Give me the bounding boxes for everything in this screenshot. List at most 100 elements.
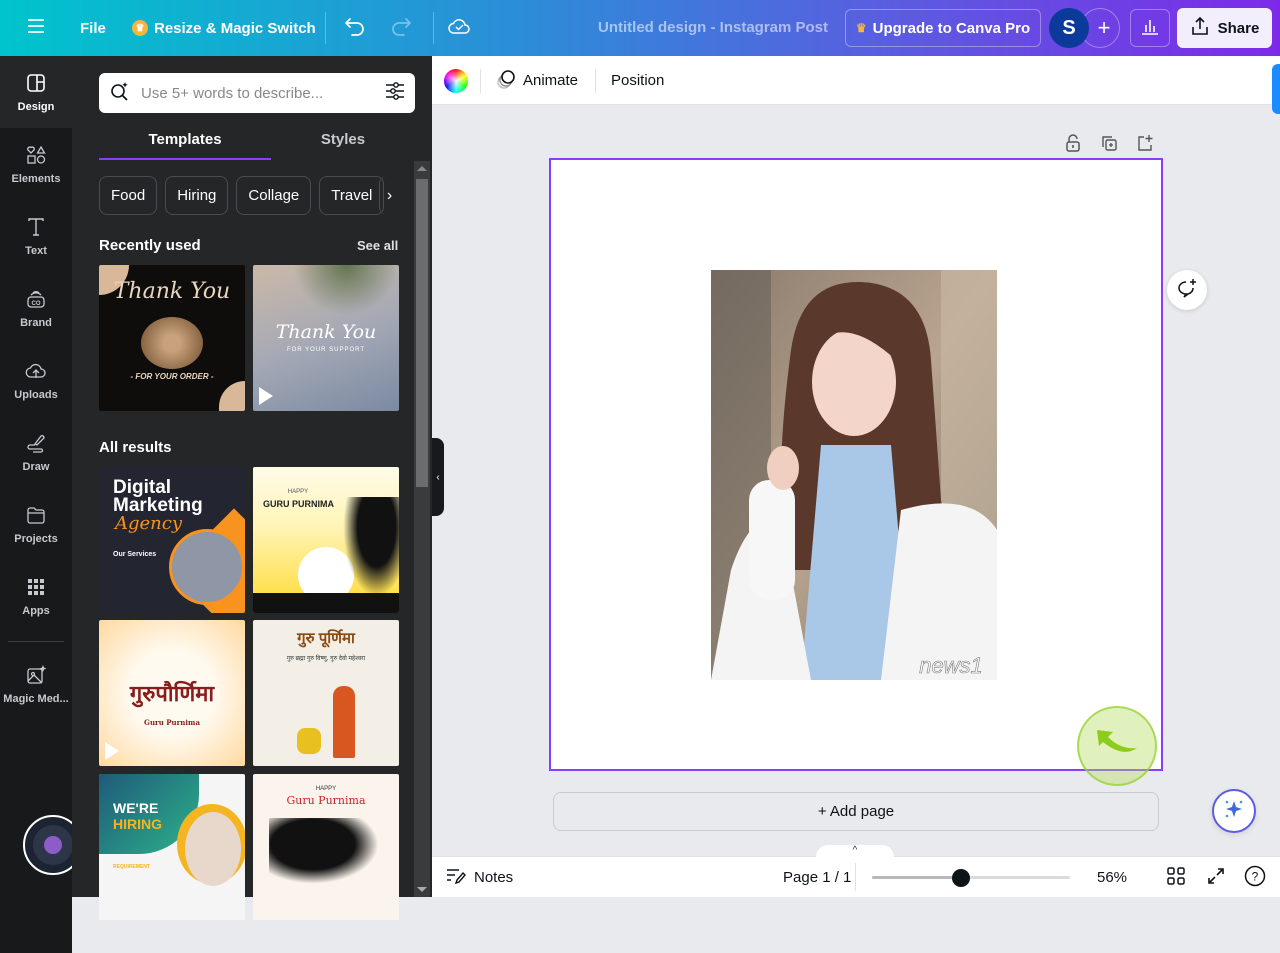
template-thumbnail[interactable]: Digital Marketing Agency Our Services <box>99 467 245 613</box>
category-chips: Food Hiring Collage Travel <box>99 176 385 216</box>
chevron-right-icon: › <box>386 186 393 204</box>
divider <box>433 12 434 44</box>
sparkle-icon <box>1222 797 1246 826</box>
brand-icon: CO <box>25 288 47 313</box>
redo-icon <box>390 16 412 40</box>
animate-circles-icon <box>495 68 517 94</box>
top-bar: File ♛ Resize & Magic Switch Untitled de… <box>0 0 1280 56</box>
orb-icon <box>44 836 62 854</box>
avatar[interactable]: S <box>1049 8 1089 48</box>
chip-travel[interactable]: Travel <box>319 176 385 215</box>
crown-icon: ♛ <box>132 20 148 36</box>
rail-item-projects[interactable]: Projects <box>0 488 72 560</box>
scrollbar-thumb[interactable] <box>416 179 428 487</box>
resize-magic-switch-button[interactable]: ♛ Resize & Magic Switch <box>132 0 316 56</box>
filter-sliders-icon[interactable] <box>385 81 405 106</box>
rail-divider <box>8 641 64 642</box>
duplicate-page-button[interactable] <box>1099 133 1119 153</box>
side-rail: Design Elements Text CO Brand Uploads Dr… <box>0 56 83 953</box>
zoom-slider-handle[interactable] <box>952 869 971 887</box>
insights-button[interactable] <box>1130 9 1170 47</box>
plus-icon: + <box>1097 15 1111 40</box>
add-page-top-button[interactable] <box>1135 133 1155 153</box>
zoom-slider[interactable] <box>872 869 1070 887</box>
chip-food[interactable]: Food <box>99 176 158 215</box>
chip-hiring[interactable]: Hiring <box>165 176 229 215</box>
scroll-down-arrow[interactable] <box>417 887 427 892</box>
document-title[interactable]: Untitled design - Instagram Post <box>598 0 828 56</box>
template-search-box[interactable] <box>99 73 415 113</box>
tree-silhouette <box>269 818 379 884</box>
add-page-button[interactable]: + Add page <box>553 792 1159 831</box>
notes-button[interactable]: Notes <box>446 857 513 898</box>
hamburger-icon <box>26 18 46 38</box>
undo-icon <box>344 16 366 40</box>
woman-photo <box>185 812 241 886</box>
tab-templates[interactable]: Templates <box>99 124 271 160</box>
template-thumbnail[interactable]: HAPPY Guru Purnima <box>253 774 399 920</box>
chips-scroll-right-button[interactable]: › <box>379 176 399 215</box>
rail-item-design[interactable]: Design <box>0 56 72 128</box>
see-all-link[interactable]: See all <box>357 238 398 253</box>
divider <box>480 69 481 93</box>
template-thumbnail[interactable]: WE'RE HIRING REQUIREMENT <box>99 774 245 920</box>
color-wheel-icon[interactable] <box>444 69 468 93</box>
magic-assistant-button[interactable] <box>1212 789 1256 833</box>
file-menu-button[interactable]: File <box>80 0 106 56</box>
footer-bar: ^ Notes Page 1 / 1 56% ? <box>432 845 1280 898</box>
rail-item-brand[interactable]: CO Brand <box>0 272 72 344</box>
fullscreen-button[interactable] <box>1205 867 1227 889</box>
template-thumbnail[interactable]: गुरुपौर्णिमा Guru Purnima <box>99 620 245 766</box>
side-panel-toggle[interactable] <box>1272 64 1280 114</box>
rail-item-uploads[interactable]: Uploads <box>0 344 72 416</box>
template-thumbnail[interactable]: Thank You FOR YOUR SUPPORT <box>253 265 399 411</box>
collapse-panel-button[interactable]: ‹ <box>432 438 444 516</box>
lock-page-button[interactable] <box>1063 133 1083 153</box>
recently-used-heading: Recently used <box>99 237 201 254</box>
grid-view-button[interactable] <box>1165 866 1187 889</box>
canvas-photo[interactable]: news1 <box>711 270 997 680</box>
share-button[interactable]: Share <box>1177 8 1272 48</box>
coffee-image <box>141 317 203 369</box>
template-thumbnail[interactable]: Thank You - FOR YOUR ORDER - <box>99 265 245 411</box>
tab-styles[interactable]: Styles <box>271 124 415 160</box>
divider <box>325 12 326 44</box>
position-button[interactable]: Position <box>611 56 664 105</box>
save-status-button[interactable] <box>447 0 471 56</box>
panel-scrollbar[interactable] <box>414 161 430 897</box>
animate-button[interactable]: Animate <box>495 56 578 105</box>
rail-item-apps[interactable]: Apps <box>0 560 72 632</box>
text-t-icon <box>25 216 47 241</box>
cloud-upload-icon <box>25 360 47 385</box>
undo-button[interactable] <box>344 0 366 56</box>
divider <box>855 863 856 891</box>
chevron-left-icon: ‹ <box>436 471 440 483</box>
divider <box>595 69 596 93</box>
rail-item-text[interactable]: Text <box>0 200 72 272</box>
add-comment-button[interactable] <box>1167 270 1207 310</box>
templates-panel: Templates Styles Food Hiring Collage Tra… <box>72 56 432 920</box>
monk-figure <box>333 686 355 758</box>
template-thumbnail[interactable]: HAPPY GURU PURNIMA <box>253 467 399 613</box>
chip-collage[interactable]: Collage <box>236 176 312 215</box>
magic-search-icon <box>109 80 131 107</box>
folder-icon <box>25 504 47 529</box>
redo-button[interactable] <box>390 0 412 56</box>
page-indicator[interactable]: Page 1 / 1 <box>783 857 851 898</box>
scroll-up-arrow[interactable] <box>417 166 427 171</box>
rail-item-magic-media[interactable]: Magic Med... <box>0 648 72 720</box>
upgrade-button[interactable]: ♛ Upgrade to Canva Pro <box>845 9 1041 47</box>
context-toolbar: Animate Position <box>432 56 1280 105</box>
template-thumbnail[interactable]: गुरु पूर्णिमा गुरु ब्रह्मा गुरु विष्णु, … <box>253 620 399 766</box>
crown-icon: ♛ <box>855 21 867 35</box>
curved-arrow-icon <box>1091 724 1143 769</box>
tree-silhouette <box>343 497 399 597</box>
main-menu-button[interactable] <box>26 0 46 56</box>
help-button[interactable]: ? <box>1244 865 1266 889</box>
rail-item-draw[interactable]: Draw <box>0 416 72 488</box>
lock-icon <box>1063 134 1083 157</box>
rail-item-elements[interactable]: Elements <box>0 128 72 200</box>
zoom-percentage[interactable]: 56% <box>1097 857 1127 898</box>
elements-shapes-icon <box>25 144 47 169</box>
search-input[interactable] <box>141 84 375 102</box>
